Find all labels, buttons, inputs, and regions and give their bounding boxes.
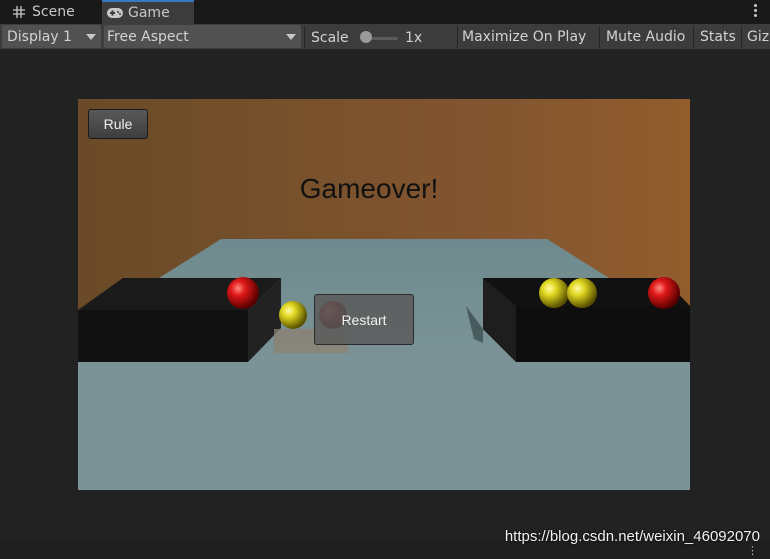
gamepad-icon	[106, 7, 124, 19]
gizmos-toggle[interactable]: Giz	[747, 25, 770, 48]
red-ball	[648, 277, 680, 309]
watermark-text: https://blog.csdn.net/weixin_46092070	[504, 528, 760, 545]
scale-value: 1x	[405, 29, 423, 46]
maximize-on-play-toggle[interactable]: Maximize On Play	[462, 25, 586, 48]
tab-scene[interactable]: Scene	[6, 0, 100, 24]
chevron-down-icon	[86, 34, 96, 40]
toolbar-divider	[693, 26, 694, 48]
tab-game-label: Game	[128, 5, 170, 21]
red-ball	[227, 277, 259, 309]
stats-toggle[interactable]: Stats	[700, 25, 736, 48]
display-dropdown[interactable]: Display 1	[2, 25, 101, 48]
chevron-down-icon	[286, 34, 296, 40]
game-viewport[interactable]: Rule Gameover! Restart	[78, 99, 690, 490]
aspect-dropdown-value: Free Aspect	[107, 28, 189, 45]
tab-game[interactable]: Game	[102, 0, 194, 24]
tab-bar: Scene Game	[0, 0, 770, 24]
aspect-dropdown[interactable]: Free Aspect	[104, 25, 301, 48]
toolbar-divider	[599, 26, 600, 48]
grid-icon	[10, 6, 28, 18]
more-options-icon[interactable]	[752, 3, 758, 19]
scale-label: Scale	[311, 29, 349, 46]
toolbar-divider	[741, 26, 742, 48]
game-status-text: Gameover!	[299, 173, 439, 204]
rule-button[interactable]: Rule	[88, 109, 148, 139]
yellow-ball	[279, 301, 307, 329]
yellow-ball	[539, 278, 569, 308]
mute-audio-toggle[interactable]: Mute Audio	[606, 25, 685, 48]
display-dropdown-value: Display 1	[7, 28, 72, 45]
toolbar-divider	[457, 26, 458, 48]
restart-button[interactable]: Restart	[314, 294, 414, 345]
scale-slider-handle[interactable]	[360, 31, 372, 43]
toolbar-divider	[304, 26, 305, 48]
bottom-menu-icon[interactable]: ⋮	[747, 544, 758, 557]
yellow-ball	[567, 278, 597, 308]
tab-scene-label: Scene	[32, 4, 75, 20]
